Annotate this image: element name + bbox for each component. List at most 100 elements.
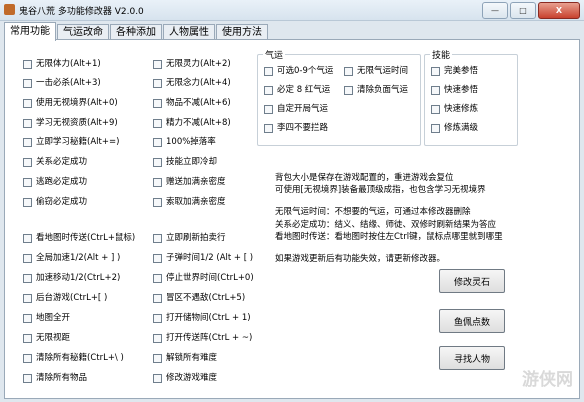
checkbox-box[interactable] <box>23 273 32 283</box>
checkbox-gift-max-intimacy[interactable]: 赠送加满亲密度 <box>153 176 226 188</box>
checkbox-luck-infinite-time[interactable]: 无限气运时间 <box>344 65 408 77</box>
fish-points-button[interactable]: 鱼佩点数 <box>439 309 505 333</box>
checkbox-box[interactable] <box>153 273 162 283</box>
checkbox-one-hit-kill[interactable]: 一击必杀(Alt+3) <box>23 77 101 89</box>
checkbox-box[interactable] <box>431 104 440 114</box>
window-title: 鬼谷八荒 多功能修改器 V2.0.0 <box>19 7 144 17</box>
checkbox-fast-cultivate[interactable]: 快速修炼 <box>431 103 478 115</box>
checkbox-box[interactable] <box>153 233 162 243</box>
checkbox-box[interactable] <box>23 157 32 167</box>
checkbox-box[interactable] <box>153 293 162 303</box>
checkbox-relation-success[interactable]: 关系必定成功 <box>23 156 87 168</box>
checkbox-box[interactable] <box>23 233 32 243</box>
checkbox-box[interactable] <box>153 373 162 383</box>
checkbox-box[interactable] <box>431 66 440 76</box>
checkbox-box[interactable] <box>153 118 162 128</box>
title-bar: 鬼谷八荒 多功能修改器 V2.0.0 — □ X <box>0 0 584 21</box>
checkbox-bullet-time[interactable]: 子弹时间1/2 (Alt + [ ) <box>153 252 253 264</box>
checkbox-box[interactable] <box>23 253 32 263</box>
checkbox-luck-clear-negative[interactable]: 清除负面气运 <box>344 84 408 96</box>
checkbox-energy-no-decrease[interactable]: 精力不减(Alt+8) <box>153 117 231 129</box>
checkbox-infinite-spirit[interactable]: 无限灵力(Alt+2) <box>153 58 231 70</box>
checkbox-box[interactable] <box>264 123 273 133</box>
checkbox-instant-cooldown[interactable]: 技能立即冷却 <box>153 156 217 168</box>
minimize-button[interactable]: — <box>482 2 508 19</box>
checkbox-infinite-view[interactable]: 无限视距 <box>23 332 70 344</box>
checkbox-modify-difficulty[interactable]: 修改游戏难度 <box>153 372 217 384</box>
checkbox-box[interactable] <box>153 78 162 88</box>
checkbox-stop-world-time[interactable]: 停止世界时间(CtrL+0) <box>153 272 254 284</box>
checkbox-box[interactable] <box>23 353 32 363</box>
checkbox-infinite-stamina[interactable]: 无限体力(Alt+1) <box>23 58 101 70</box>
checkbox-box[interactable] <box>23 293 32 303</box>
checkbox-instant-learn[interactable]: 立即学习秘籍(Alt+=) <box>23 136 119 148</box>
checkbox-box[interactable] <box>153 253 162 263</box>
checkbox-box[interactable] <box>23 197 32 207</box>
checkbox-clear-manuals[interactable]: 清除所有秘籍(CtrL+\ ) <box>23 352 124 364</box>
checkbox-box[interactable] <box>23 333 32 343</box>
checkbox-ignore-realm-use[interactable]: 使用无视境界(Alt+0) <box>23 97 118 109</box>
checkbox-unlock-difficulty[interactable]: 解锁所有难度 <box>153 352 217 364</box>
checkbox-infinite-mind[interactable]: 无限念力(Alt+4) <box>153 77 231 89</box>
checkbox-box[interactable] <box>344 85 353 95</box>
checkbox-perfect-comprehend[interactable]: 完美参悟 <box>431 65 478 77</box>
checkbox-box[interactable] <box>23 118 32 128</box>
checkbox-items-no-decrease[interactable]: 物品不减(Alt+6) <box>153 97 231 109</box>
checkbox-background-game[interactable]: 后台游戏(CtrL+[ ) <box>23 292 107 304</box>
checkbox-box[interactable] <box>264 104 273 114</box>
checkbox-steal-success[interactable]: 偷窃必定成功 <box>23 196 87 208</box>
checkbox-box[interactable] <box>153 98 162 108</box>
checkbox-max-cultivate[interactable]: 修炼满级 <box>431 122 478 134</box>
checkbox-open-teleport[interactable]: 打开传送阵(CtrL + ~) <box>153 332 252 344</box>
app-icon <box>4 4 15 15</box>
checkbox-no-encounter[interactable]: 冒区不遇敌(CtrL+5) <box>153 292 245 304</box>
modify-spirit-stone-button[interactable]: 修改灵石 <box>439 269 505 293</box>
tab-strip: 常用功能 气运改命 各种添加 人物属性 使用方法 <box>4 22 269 41</box>
checkbox-clear-items[interactable]: 清除所有物品 <box>23 372 87 384</box>
luck-group: 气运 可选0-9个气运 无限气运时间 必定 8 红气运 清除负面气运 自定开局气… <box>257 48 421 146</box>
checkbox-box[interactable] <box>153 157 162 167</box>
checkbox-box[interactable] <box>23 373 32 383</box>
checkbox-refresh-auction[interactable]: 立即刷新拍卖行 <box>153 232 226 244</box>
checkbox-box[interactable] <box>23 59 32 69</box>
checkbox-ignore-aptitude[interactable]: 学习无视资质(Alt+9) <box>23 117 118 129</box>
checkbox-box[interactable] <box>344 66 353 76</box>
checkbox-box[interactable] <box>153 59 162 69</box>
checkbox-box[interactable] <box>153 137 162 147</box>
checkbox-escape-success[interactable]: 逃跑必定成功 <box>23 176 87 188</box>
checkbox-box[interactable] <box>23 78 32 88</box>
checkbox-box[interactable] <box>153 353 162 363</box>
checkbox-box[interactable] <box>153 197 162 207</box>
checkbox-global-speed[interactable]: 全局加速1/2(Alt + ] ) <box>23 252 120 264</box>
checkbox-box[interactable] <box>431 123 440 133</box>
checkbox-box[interactable] <box>23 313 32 323</box>
checkbox-fast-comprehend[interactable]: 快速参悟 <box>431 84 478 96</box>
checkbox-box[interactable] <box>23 98 32 108</box>
checkbox-luck-choose[interactable]: 可选0-9个气运 <box>264 65 333 77</box>
checkbox-box[interactable] <box>264 85 273 95</box>
skill-group: 技能 完美参悟 快速参悟 快速修炼 修炼满级 <box>424 48 518 146</box>
checkbox-request-max-intimacy[interactable]: 索取加满亲密度 <box>153 196 226 208</box>
note-line: 无限气运时间：不想要的气运，可通过本修改器删除 <box>275 207 471 218</box>
checkbox-luck-8-red[interactable]: 必定 8 红气运 <box>264 84 330 96</box>
checkbox-full-drop-rate[interactable]: 100%掉落率 <box>153 136 216 148</box>
checkbox-box[interactable] <box>153 333 162 343</box>
checkbox-luck-li-si[interactable]: 李四不要拦路 <box>264 122 328 134</box>
checkbox-move-speed[interactable]: 加速移动1/2(CtrL+2) <box>23 272 120 284</box>
checkbox-box[interactable] <box>431 85 440 95</box>
find-person-button[interactable]: 寻找人物 <box>439 346 505 370</box>
checkbox-box[interactable] <box>153 177 162 187</box>
checkbox-map-teleport[interactable]: 看地图时传送(CtrL+鼠标) <box>23 232 135 244</box>
checkbox-box[interactable] <box>264 66 273 76</box>
close-button[interactable]: X <box>538 2 580 19</box>
note-line: 看地图时传送：看地图时按住左Ctrl键，鼠标点哪里就到哪里 <box>275 231 503 242</box>
checkbox-luck-custom-start[interactable]: 自定开局气运 <box>264 103 328 115</box>
checkbox-open-storage[interactable]: 打开储物间(CtrL + 1) <box>153 312 251 324</box>
checkbox-box[interactable] <box>23 177 32 187</box>
note-line: 可使用[无视境界]装备最顶级成指，也包含学习无视境界 <box>275 185 486 196</box>
checkbox-box[interactable] <box>23 137 32 147</box>
tab-common[interactable]: 常用功能 <box>4 22 56 41</box>
checkbox-map-reveal[interactable]: 地图全开 <box>23 312 70 324</box>
checkbox-box[interactable] <box>153 313 162 323</box>
maximize-button[interactable]: □ <box>510 2 536 19</box>
